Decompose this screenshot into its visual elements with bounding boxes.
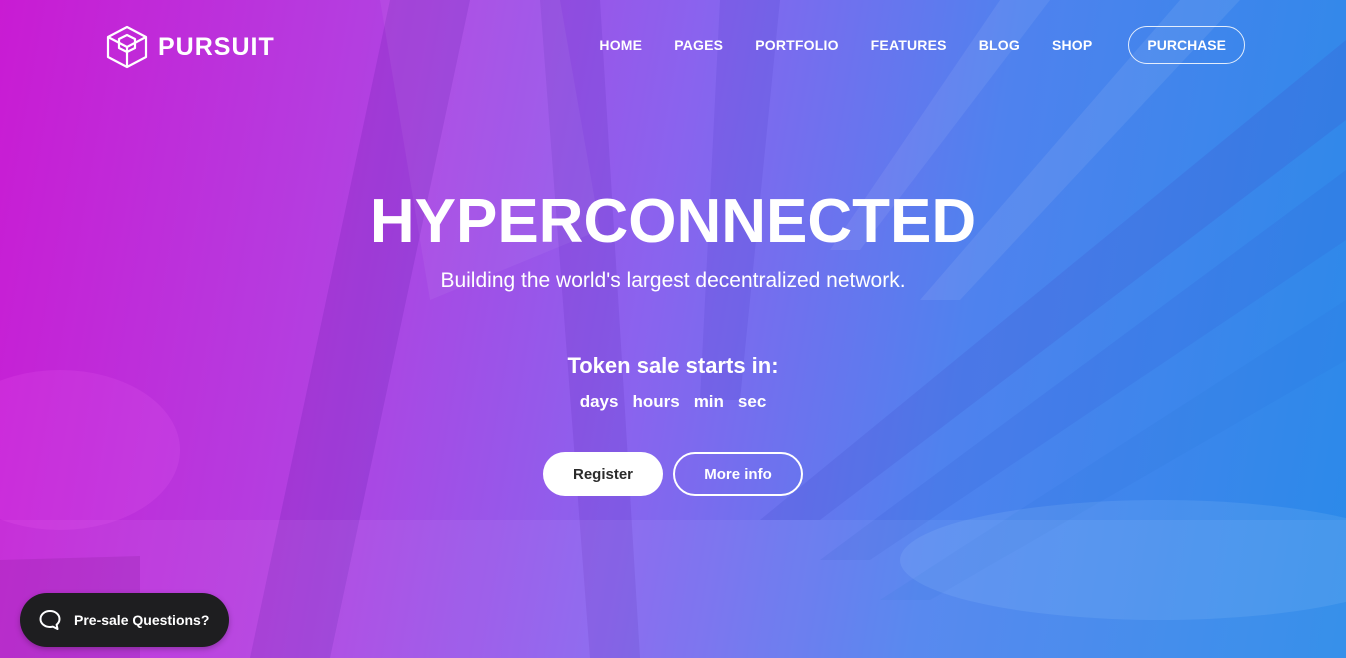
countdown-hours-label: hours — [632, 392, 680, 411]
nav-blog[interactable]: BLOG — [979, 37, 1020, 53]
token-sale-label: Token sale starts in: — [567, 353, 779, 378]
nav-shop[interactable]: SHOP — [1052, 37, 1092, 53]
nav-portfolio[interactable]: PORTFOLIO — [755, 37, 838, 53]
presale-chat-button[interactable]: Pre-sale Questions? — [20, 593, 229, 647]
hero-headline: HYPERCONNECTED — [369, 187, 977, 256]
hero-actions: Register More info — [0, 452, 1346, 496]
register-button[interactable]: Register — [543, 452, 663, 496]
nav-home[interactable]: HOME — [599, 37, 642, 53]
countdown-timer: days hours min sec — [0, 392, 1346, 412]
cube-outline-icon — [104, 24, 150, 70]
countdown-days-label: days — [579, 392, 619, 411]
nav-pages[interactable]: PAGES — [674, 37, 723, 53]
hero-section: PURSUIT HOME PAGES PORTFOLIO FEATURES BL… — [0, 0, 1346, 658]
purchase-button[interactable]: PURCHASE — [1128, 26, 1245, 64]
chat-bubble-icon — [38, 608, 62, 632]
more-info-button[interactable]: More info — [673, 452, 803, 496]
main-nav: HOME PAGES PORTFOLIO FEATURES BLOG SHOP … — [599, 26, 1245, 64]
brand-name: PURSUIT — [158, 32, 275, 61]
chat-label: Pre-sale Questions? — [74, 612, 210, 628]
nav-features[interactable]: FEATURES — [871, 37, 947, 53]
countdown-sec-label: sec — [737, 392, 767, 411]
hero-content: HYPERCONNECTED Building the world's larg… — [0, 186, 1346, 496]
hero-subline: Building the world's largest decentraliz… — [440, 269, 906, 292]
countdown-min-label: min — [693, 392, 724, 411]
brand-logo[interactable]: PURSUIT — [104, 24, 275, 70]
